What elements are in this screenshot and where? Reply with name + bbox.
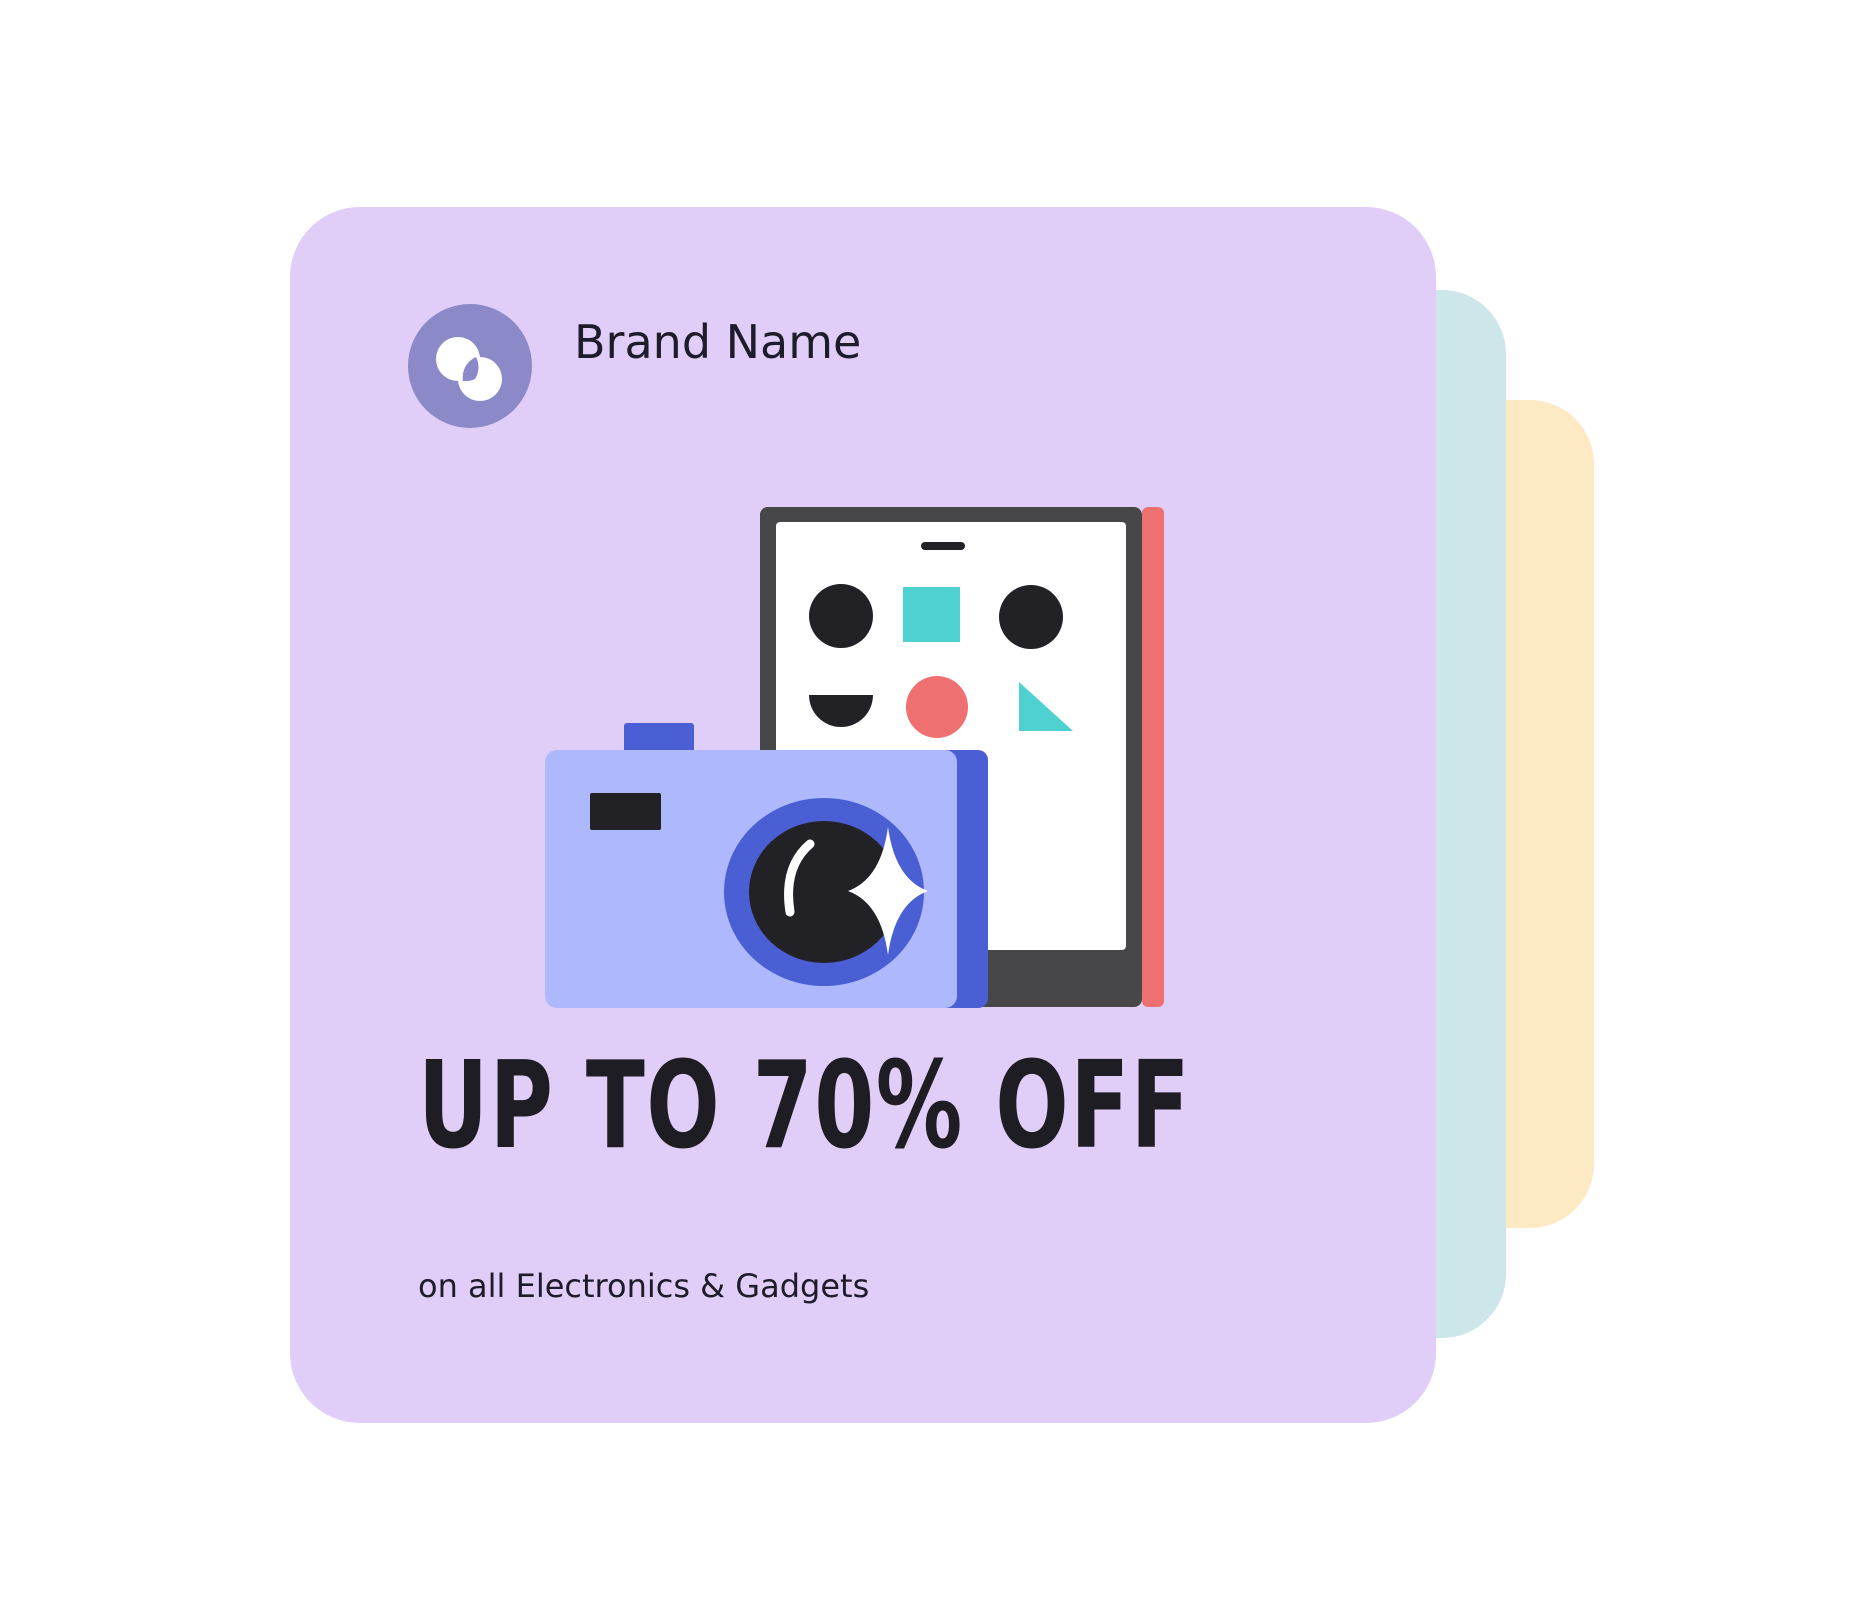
promo-card: Brand Name UP TO 70% OFF on all Electron… bbox=[290, 207, 1436, 1423]
brand-name: Brand Name bbox=[574, 315, 862, 369]
electronics-illustration bbox=[545, 507, 1164, 1008]
promo-subline: on all Electronics & Gadgets bbox=[418, 1267, 870, 1305]
overlapping-circles-icon bbox=[408, 304, 532, 428]
camera-icon bbox=[545, 723, 988, 1008]
promo-headline: UP TO 70% OFF bbox=[418, 1037, 1192, 1176]
